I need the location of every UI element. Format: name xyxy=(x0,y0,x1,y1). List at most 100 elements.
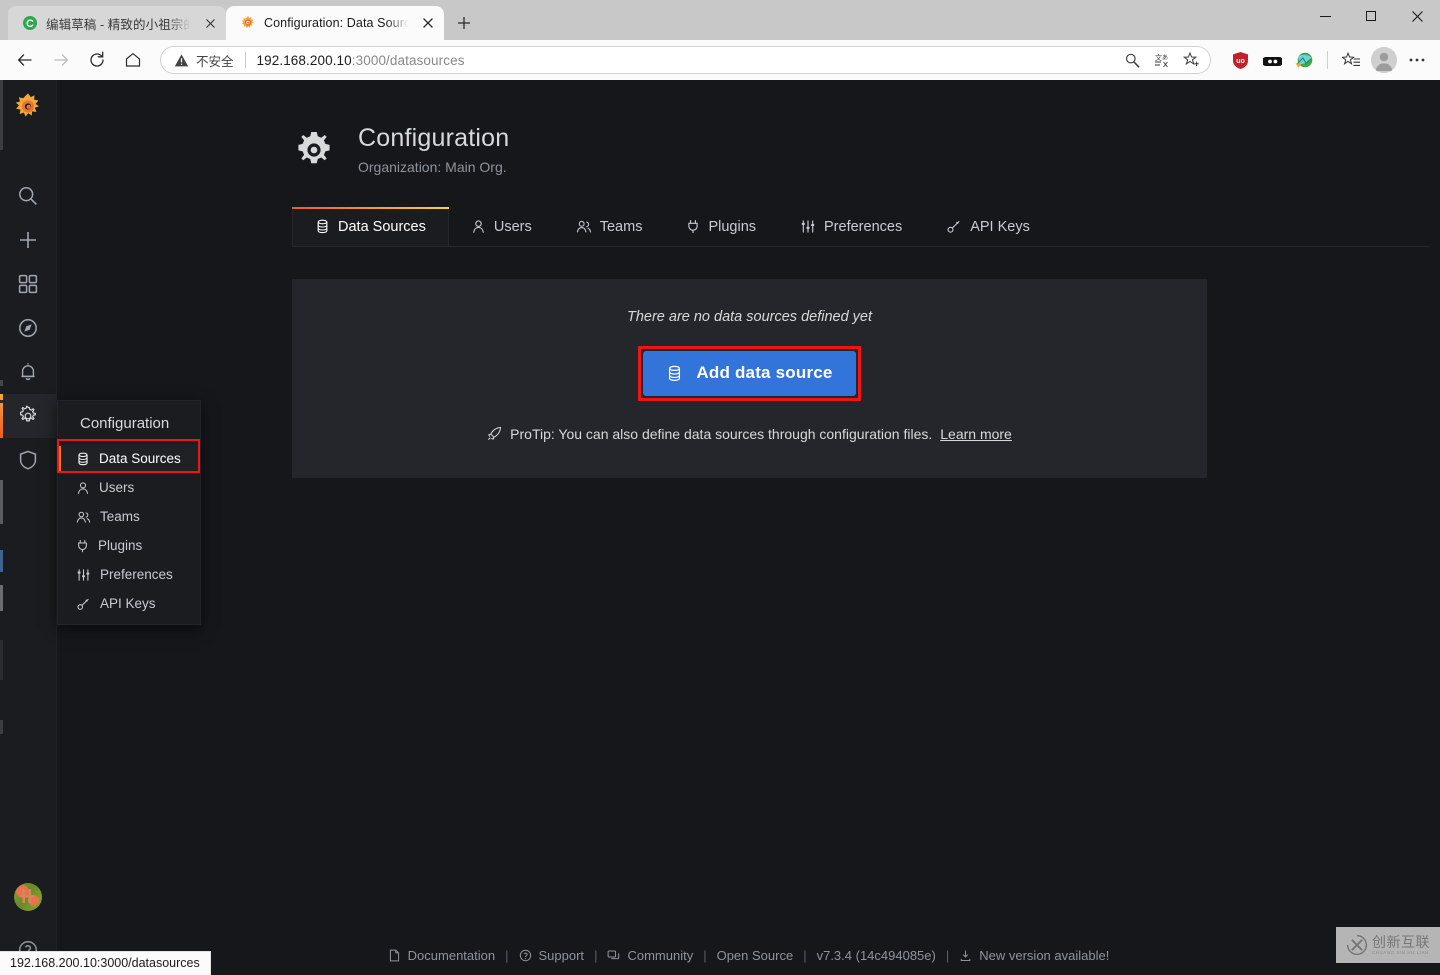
grafana-logo[interactable] xyxy=(0,80,57,134)
sliders-icon xyxy=(76,568,91,582)
tab-plugins[interactable]: Plugins xyxy=(664,208,778,246)
sidebar-item-configuration[interactable] xyxy=(0,394,57,438)
sidebar-item-alerting[interactable] xyxy=(0,350,57,394)
circle-c-icon: C xyxy=(22,15,38,31)
ublock-origin-icon[interactable]: uo xyxy=(1225,46,1255,74)
add-data-source-wrapper: Add data source xyxy=(638,345,861,401)
reload-button[interactable] xyxy=(80,45,114,75)
database-icon xyxy=(76,452,90,466)
download-icon xyxy=(959,949,972,962)
menu-item-plugins[interactable]: Plugins xyxy=(58,531,200,560)
footer-open-source[interactable]: Open Source xyxy=(707,948,804,963)
menu-item-label: Preferences xyxy=(100,567,173,582)
close-button[interactable] xyxy=(1394,0,1440,32)
watermark-en: CHUANG XIN HU LIAN xyxy=(1372,949,1429,955)
user-icon xyxy=(76,481,90,495)
rocket-icon xyxy=(487,426,502,441)
browser-tab-2[interactable]: Configuration: Data Sources - Gr xyxy=(226,6,444,40)
url-path: :3000/datasources xyxy=(351,52,465,68)
menu-item-label: API Keys xyxy=(100,596,156,611)
watermark-logo: 创新互联 CHUANG XIN HU LIAN xyxy=(1336,927,1440,963)
close-icon[interactable] xyxy=(418,13,438,33)
browser-tab-1[interactable]: C 编辑草稿 - 精致的小祖宗的个人主 xyxy=(8,6,226,40)
learn-more-link[interactable]: Learn more xyxy=(940,426,1012,442)
svg-text:文: 文 xyxy=(1155,53,1162,62)
add-data-source-button[interactable]: Add data source xyxy=(643,350,856,396)
home-button[interactable] xyxy=(116,45,150,75)
sidebar-item-dashboards[interactable] xyxy=(0,262,57,306)
page-header-text: Configuration Organization: Main Org. xyxy=(358,124,509,174)
menu-item-teams[interactable]: Teams xyxy=(58,502,200,531)
menu-item-label: Users xyxy=(99,480,135,495)
tab-preferences[interactable]: Preferences xyxy=(778,208,924,246)
plug-icon xyxy=(76,539,89,553)
security-warning[interactable]: 不安全 xyxy=(174,51,234,70)
footer-label: Support xyxy=(538,948,585,963)
sidebar-item-server-admin[interactable] xyxy=(0,438,57,482)
user-avatar[interactable] xyxy=(14,883,42,911)
address-bar[interactable]: 不安全 192.168.200.10:3000/datasources 文 あ xyxy=(160,46,1211,74)
user-icon xyxy=(471,219,486,234)
menu-item-preferences[interactable]: Preferences xyxy=(58,560,200,589)
grafana-main: Configuration Organization: Main Org. Da… xyxy=(57,80,1440,975)
favorite-star-icon[interactable] xyxy=(1177,47,1207,73)
tab-api-keys[interactable]: API Keys xyxy=(924,208,1052,246)
footer-support[interactable]: Support xyxy=(509,948,595,963)
search-magnifier-icon[interactable] xyxy=(1117,47,1147,73)
forward-button[interactable] xyxy=(44,45,78,75)
close-icon[interactable] xyxy=(200,13,220,33)
new-tab-button[interactable] xyxy=(448,8,480,38)
footer-version: v7.3.4 (14c494085e) xyxy=(807,948,946,963)
add-data-source-label: Add data source xyxy=(696,363,833,382)
back-button[interactable] xyxy=(8,45,42,75)
internet-download-manager-icon[interactable] xyxy=(1289,46,1319,74)
sidebar-item-explore[interactable] xyxy=(0,306,57,350)
question-circle-icon xyxy=(519,949,532,962)
tab-users[interactable]: Users xyxy=(449,208,554,246)
grafana-sidebar xyxy=(0,80,57,975)
window-controls xyxy=(1302,0,1440,32)
watermark-mark-icon xyxy=(1346,934,1368,956)
menu-item-label: Teams xyxy=(100,509,140,524)
tab-label: Preferences xyxy=(824,218,903,235)
page-header: Configuration Organization: Main Org. xyxy=(57,80,1440,175)
menu-item-api-keys[interactable]: API Keys xyxy=(58,589,200,618)
svg-text:C: C xyxy=(26,18,34,30)
tab-label: Plugins xyxy=(708,218,757,235)
tab-strip: C 编辑草稿 - 精致的小祖宗的个人主 Configur xyxy=(0,0,480,40)
profile-avatar[interactable] xyxy=(1371,47,1397,73)
menu-item-data-sources[interactable]: Data Sources xyxy=(58,444,200,473)
footer-label: v7.3.4 (14c494085e) xyxy=(816,948,936,963)
translate-icon[interactable]: 文 あ xyxy=(1147,47,1177,73)
browser-titlebar: C 编辑草稿 - 精致的小祖宗的个人主 Configur xyxy=(0,0,1440,40)
footer-community[interactable]: Community xyxy=(597,948,703,963)
watermark-text: 创新互联 CHUANG XIN HU LIAN xyxy=(1372,935,1430,955)
footer-new-version[interactable]: New version available! xyxy=(949,948,1119,963)
tab-data-sources[interactable]: Data Sources xyxy=(292,206,449,246)
grafana-footer: Documentation | Support | Community | Op… xyxy=(57,948,1440,963)
footer-label: New version available! xyxy=(979,948,1110,963)
tab-teams[interactable]: Teams xyxy=(554,208,665,246)
watermark-cn: 创新互联 xyxy=(1372,933,1430,950)
maximize-button[interactable] xyxy=(1348,0,1394,32)
protip-text: ProTip: You can also define data sources… xyxy=(510,425,933,442)
plug-icon xyxy=(686,219,700,234)
settings-more-icon[interactable] xyxy=(1402,46,1432,74)
minimize-button[interactable] xyxy=(1302,0,1348,32)
browser-tab-title: 编辑草稿 - 精致的小祖宗的个人主 xyxy=(46,17,192,32)
sidebar-item-create[interactable] xyxy=(0,218,57,262)
configuration-dropdown-menu: Configuration Data Sources Users Teams P… xyxy=(57,400,201,625)
svg-text:uo: uo xyxy=(1236,58,1245,65)
footer-documentation[interactable]: Documentation xyxy=(378,948,505,963)
omnibox-actions: 文 あ xyxy=(1117,47,1207,73)
footer-label: Documentation xyxy=(407,948,496,963)
dark-reader-icon[interactable] xyxy=(1257,46,1287,74)
menu-item-users[interactable]: Users xyxy=(58,473,200,502)
users-alt-icon xyxy=(76,510,91,524)
users-alt-icon xyxy=(576,219,592,234)
grafana-icon xyxy=(240,15,256,31)
collections-icon[interactable] xyxy=(1336,46,1366,74)
url-text: 192.168.200.10:3000/datasources xyxy=(257,53,465,68)
sidebar-item-search[interactable] xyxy=(0,174,57,218)
footer-label: Community xyxy=(627,948,694,963)
